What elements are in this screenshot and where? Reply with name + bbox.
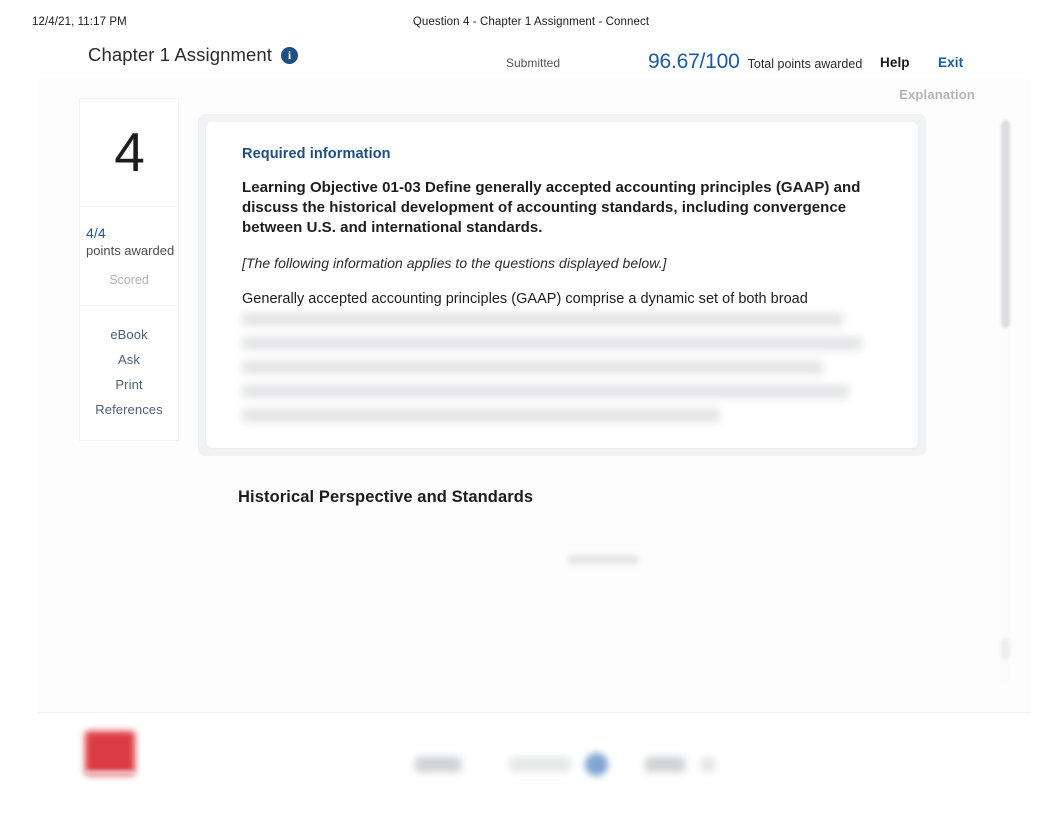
document-title: Question 4 - Chapter 1 Assignment - Conn… xyxy=(412,16,650,28)
content-area: Explanation 4 4/4 points awarded Scored … xyxy=(38,78,1030,712)
redacted-footnote xyxy=(568,554,638,564)
scrollbar-track[interactable] xyxy=(1001,120,1010,685)
intro-paragraph: Generally accepted accounting principles… xyxy=(242,290,808,307)
points-awarded-label: points awarded xyxy=(86,243,175,258)
print-header: 12/4/21, 11:17 PM Question 4 - Chapter 1… xyxy=(0,16,1062,36)
redacted-line xyxy=(242,408,721,422)
footer-toolbar xyxy=(405,749,725,785)
question-status: Scored xyxy=(80,273,178,306)
redacted-line xyxy=(242,336,863,350)
total-points-value: 96.67/100 xyxy=(648,50,740,73)
mcgraw-hill-logo xyxy=(85,731,135,775)
print-link[interactable]: Print xyxy=(80,372,178,397)
scrollbar-thumb-secondary[interactable] xyxy=(1001,638,1010,660)
applies-note: [The following information applies to th… xyxy=(242,254,667,271)
redacted-line xyxy=(242,384,850,398)
question-number-box: 4 xyxy=(80,99,178,207)
footer-prev-control[interactable] xyxy=(415,757,461,772)
total-points-label: Total points awarded xyxy=(747,57,863,71)
footer xyxy=(0,713,1062,822)
footer-next-control[interactable] xyxy=(645,757,685,772)
ebook-link[interactable]: eBook xyxy=(80,322,178,347)
assignment-title-group: Chapter 1 Assignment i xyxy=(88,44,299,66)
footer-label-control xyxy=(509,757,571,772)
tab-explanation[interactable]: Explanation xyxy=(899,87,975,102)
references-link[interactable]: References xyxy=(80,397,178,422)
app-header: Chapter 1 Assignment i Submitted 96.67/1… xyxy=(40,44,1030,80)
help-button[interactable]: Help xyxy=(880,55,910,70)
required-information-heading: Required information xyxy=(242,146,391,162)
footer-extra-control[interactable] xyxy=(701,757,715,772)
ask-link[interactable]: Ask xyxy=(80,347,178,372)
required-information-panel: Required information Learning Objective … xyxy=(198,114,926,456)
tab-bar: Explanation xyxy=(38,78,1030,110)
page-title: Chapter 1 Assignment xyxy=(88,44,273,65)
info-icon[interactable]: i xyxy=(281,46,299,64)
question-tools: eBook Ask Print References xyxy=(80,306,178,440)
redacted-line xyxy=(242,360,824,374)
exit-button[interactable]: Exit xyxy=(938,55,963,70)
status-badge: Submitted xyxy=(506,56,561,70)
question-rail: 4 4/4 points awarded Scored eBook Ask Pr… xyxy=(80,99,178,440)
page-root: 12/4/21, 11:17 PM Question 4 - Chapter 1… xyxy=(0,0,1062,822)
redacted-line xyxy=(242,312,843,326)
question-number: 4 xyxy=(114,121,145,183)
scrollbar-thumb[interactable] xyxy=(1001,120,1010,328)
logo-underline xyxy=(85,771,135,774)
redacted-body-text xyxy=(242,312,888,422)
points-awarded-value: 4/4 xyxy=(86,225,106,241)
question-body: Required information Learning Objective … xyxy=(198,114,983,564)
required-information-card: Required information Learning Objective … xyxy=(206,122,918,448)
question-points: 4/4 points awarded xyxy=(80,207,178,258)
section-heading: Historical Perspective and Standards xyxy=(238,487,534,506)
footer-primary-button[interactable] xyxy=(585,753,608,776)
learning-objective-text: Learning Objective 01-03 Define generall… xyxy=(242,179,861,236)
score-summary: 96.67/100 Total points awarded xyxy=(648,50,862,74)
